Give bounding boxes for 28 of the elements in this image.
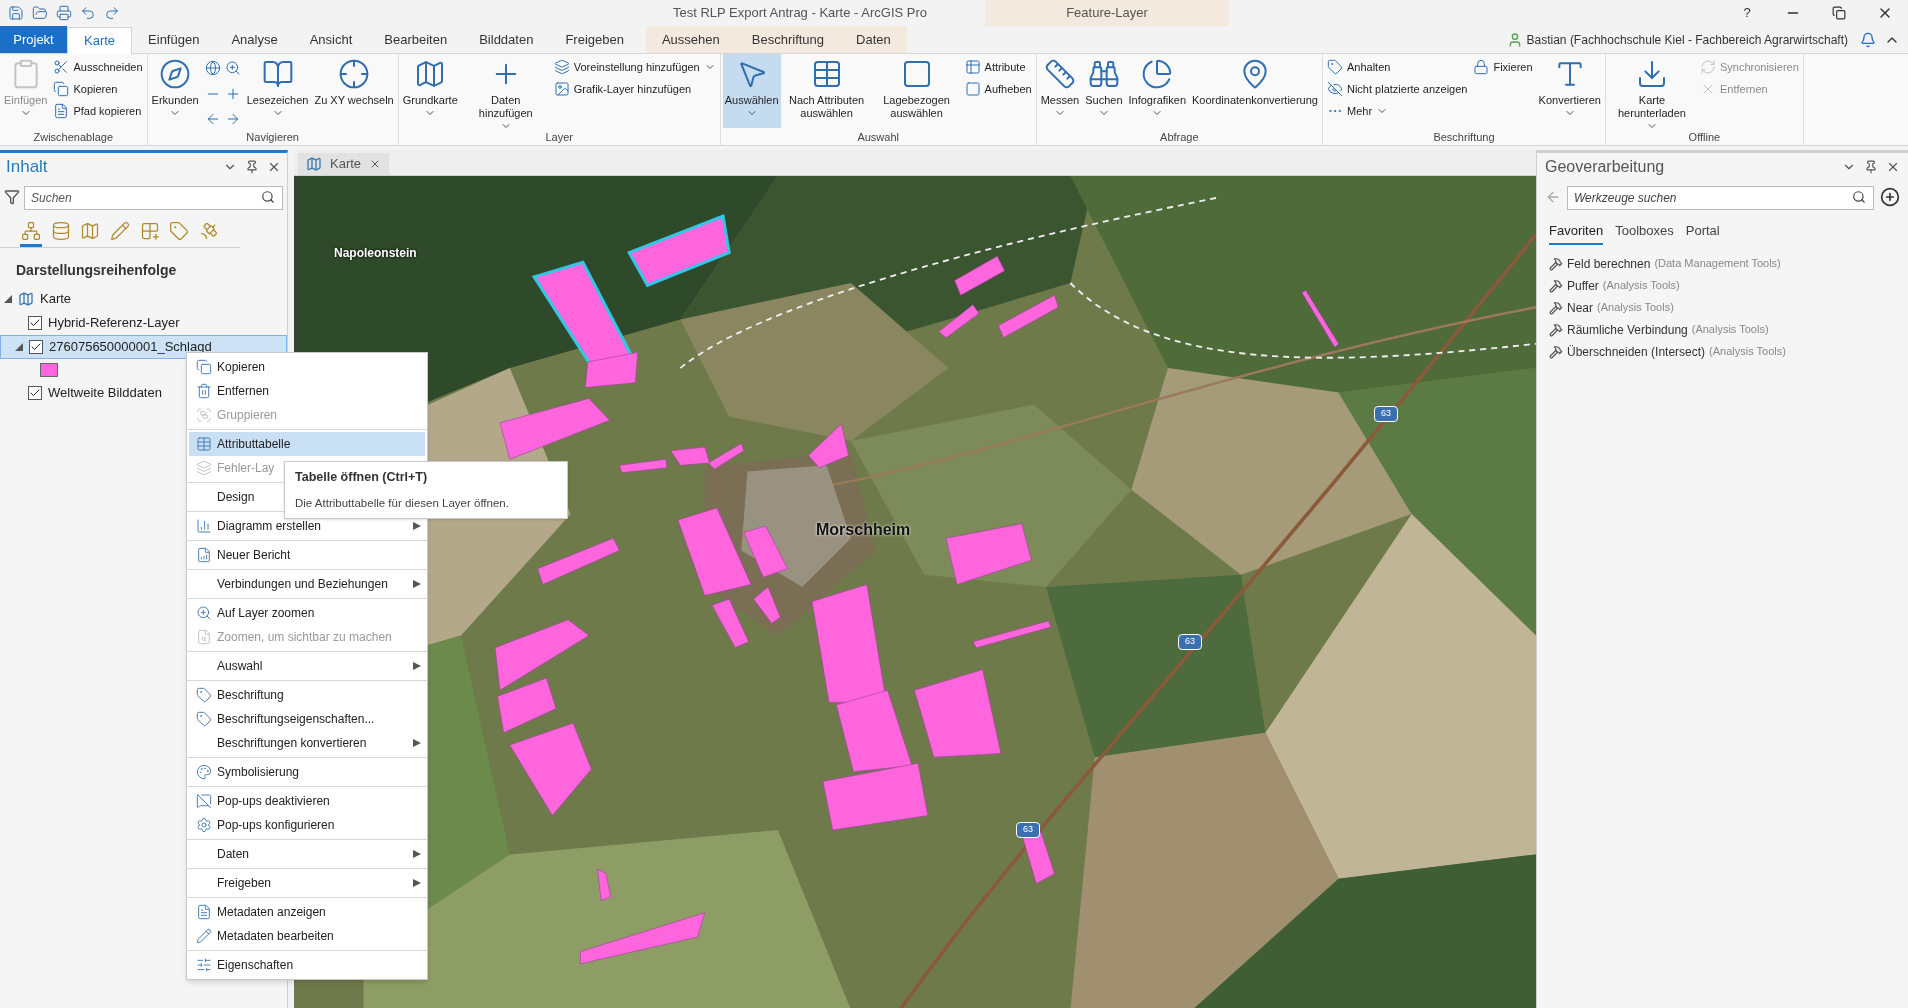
tree-label: 276075650000001_Schlagd — [49, 338, 212, 357]
ribbon-group-label: Abfrage — [1159, 130, 1200, 145]
toolbox-name: (Analysis Tools) — [1709, 344, 1786, 360]
toolbox-name: (Data Management Tools) — [1654, 256, 1781, 272]
ribbon-group-label: Zwischenablage — [32, 130, 114, 145]
road-shield: 63 — [1374, 406, 1398, 422]
tree-label: Karte — [40, 290, 72, 309]
pane-title: Inhalt — [6, 156, 48, 179]
ribbon-group-label: Offline — [1687, 130, 1722, 145]
pane-title: Geoverarbeitung — [1545, 157, 1665, 177]
place-label: Napoleonstein — [334, 245, 417, 262]
ribbon-group-label: Navigieren — [245, 130, 300, 145]
tree-label: Hybrid-Referenz-Layer — [48, 314, 180, 333]
ribbon-group-label: Layer — [544, 130, 574, 145]
road-shield: 63 — [1178, 634, 1202, 650]
toolbox-name: (Analysis Tools) — [1597, 300, 1674, 316]
ribbon-group-label: Auswahl — [856, 130, 900, 145]
ribbon-group-label: Beschriftung — [1432, 130, 1496, 145]
town-label: Morschheim — [816, 520, 911, 540]
tooltip-title: Tabelle öffnen (Ctrl+T) — [295, 469, 429, 486]
road-shield: 63 — [1016, 822, 1040, 838]
toolbox-name: (Analysis Tools) — [1602, 278, 1680, 294]
section-heading: Darstellungsreihenfolge — [15, 261, 178, 280]
toolbox-name: (Analysis Tools) — [1691, 322, 1769, 338]
tooltip-text: Die Attributtabelle für diesen Layer öffnen. — [295, 495, 510, 511]
tree-label: Weltweite Bilddaten — [48, 384, 162, 403]
window-title: Test RLP Export Antrag - Karte - ArcGIS Pro — [671, 4, 929, 23]
contextual-tab-header: Feature-Layer — [985, 0, 1229, 26]
